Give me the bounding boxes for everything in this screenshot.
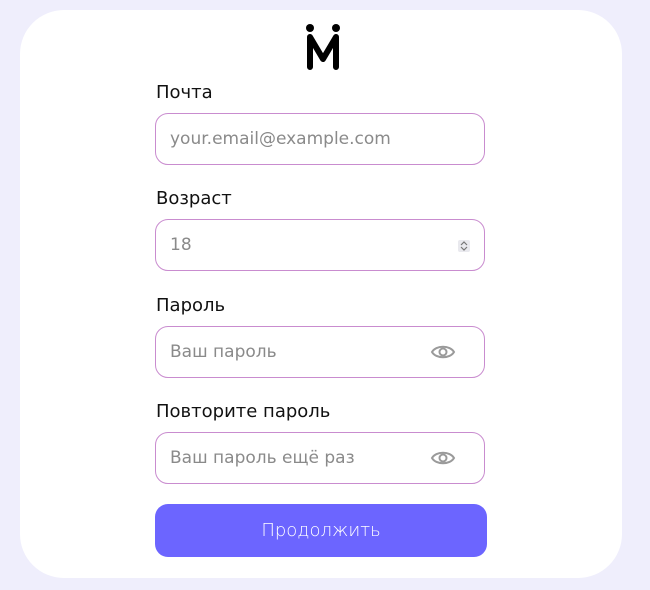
signup-card: Почта your.email@example.com Возраст 18 … <box>20 10 622 578</box>
password-placeholder: Ваш пароль <box>170 342 277 362</box>
age-label: Возраст <box>156 188 232 209</box>
age-field[interactable]: 18 <box>155 219 485 271</box>
number-spinner-icon[interactable] <box>458 240 470 252</box>
password-label: Пароль <box>156 295 226 316</box>
password-repeat-label: Повторите пароль <box>156 401 331 422</box>
eye-icon[interactable] <box>430 342 456 362</box>
email-label: Почта <box>156 82 213 103</box>
email-field[interactable]: your.email@example.com <box>155 113 485 165</box>
password-field[interactable]: Ваш пароль <box>155 326 485 378</box>
eye-icon[interactable] <box>430 448 456 468</box>
brand-logo <box>306 24 340 70</box>
age-value: 18 <box>170 235 192 255</box>
password-repeat-field[interactable]: Ваш пароль ещё раз <box>155 432 485 484</box>
continue-button[interactable]: Продолжить <box>155 504 487 557</box>
password-repeat-placeholder: Ваш пароль ещё раз <box>170 448 355 468</box>
email-placeholder: your.email@example.com <box>170 129 391 149</box>
